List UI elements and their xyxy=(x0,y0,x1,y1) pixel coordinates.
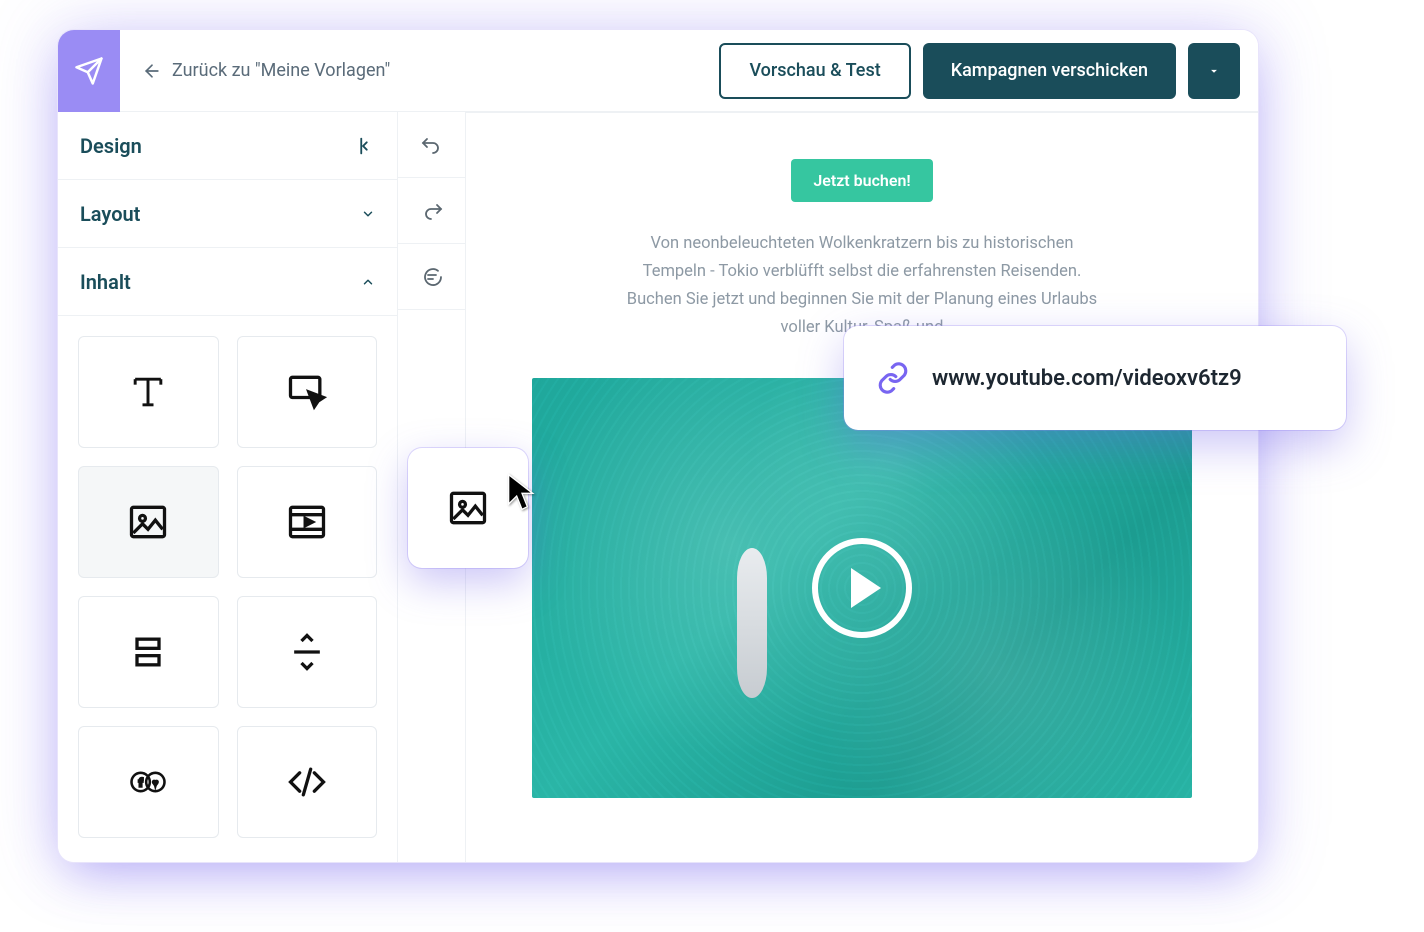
block-html[interactable] xyxy=(237,726,378,838)
send-campaign-button[interactable]: Kampagnen verschicken xyxy=(923,43,1176,99)
social-icon: f♥ xyxy=(126,760,170,804)
top-bar: Zurück zu "Meine Vorlagen" Vorschau & Te… xyxy=(58,30,1258,112)
block-video[interactable] xyxy=(237,466,378,578)
send-campaign-dropdown[interactable] xyxy=(1188,43,1240,99)
content-block-grid: f♥ xyxy=(58,316,397,858)
blurb-line: Von neonbeleuchteten Wolkenkratzern bis … xyxy=(627,230,1097,258)
cursor-icon xyxy=(506,472,538,512)
block-image[interactable] xyxy=(78,466,219,578)
cursor-click-icon xyxy=(285,370,329,414)
blurb-line: Tempeln - Tokio verblüfft selbst die erf… xyxy=(627,258,1097,286)
blurb-line: Buchen Sie jetzt und beginnen Sie mit de… xyxy=(627,286,1097,314)
preview-test-button[interactable]: Vorschau & Test xyxy=(719,43,910,99)
block-text[interactable] xyxy=(78,336,219,448)
svg-text:f: f xyxy=(139,777,143,790)
chevron-up-icon xyxy=(361,275,375,289)
sidebar-section-layout[interactable]: Layout xyxy=(58,180,397,248)
collapse-left-icon xyxy=(353,135,375,157)
link-icon xyxy=(876,361,910,395)
video-block[interactable] xyxy=(532,378,1192,798)
app-window: Zurück zu "Meine Vorlagen" Vorschau & Te… xyxy=(58,30,1258,862)
cta-button[interactable]: Jetzt buchen! xyxy=(791,159,932,202)
sidebar: Design Layout Inhalt xyxy=(58,112,398,862)
comment-icon xyxy=(420,265,444,289)
comments-button[interactable] xyxy=(398,244,465,310)
sidebar-section-content[interactable]: Inhalt xyxy=(58,248,397,316)
editor-body: Design Layout Inhalt xyxy=(58,112,1258,862)
redo-button[interactable] xyxy=(398,178,465,244)
top-actions: Vorschau & Test Kampagnen verschicken xyxy=(719,43,1258,99)
email-canvas[interactable]: Jetzt buchen! Von neonbeleuchteten Wolke… xyxy=(466,112,1258,862)
kayak-graphic xyxy=(732,548,772,698)
app-logo[interactable] xyxy=(58,30,120,112)
image-icon xyxy=(126,500,170,544)
paper-plane-icon xyxy=(74,56,104,86)
chevron-down-icon xyxy=(361,207,375,221)
caret-down-icon xyxy=(1207,64,1221,78)
block-social[interactable]: f♥ xyxy=(78,726,219,838)
play-button[interactable] xyxy=(812,538,912,638)
text-icon xyxy=(126,370,170,414)
undo-icon xyxy=(420,133,444,157)
section-label: Inhalt xyxy=(80,270,131,294)
video-url-popover[interactable]: www.youtube.com/videoxv6tz9 xyxy=(844,326,1346,430)
block-divider[interactable] xyxy=(237,596,378,708)
image-icon xyxy=(446,486,490,530)
block-button[interactable] xyxy=(237,336,378,448)
video-url-text: www.youtube.com/videoxv6tz9 xyxy=(932,366,1242,391)
section-label: Layout xyxy=(80,202,140,226)
svg-text:♥: ♥ xyxy=(153,779,158,789)
mouse-cursor xyxy=(506,472,538,516)
sidebar-section-design[interactable]: Design xyxy=(58,112,397,180)
arrow-left-icon xyxy=(142,61,162,81)
columns-icon xyxy=(126,630,170,674)
code-icon xyxy=(285,760,329,804)
back-label: Zurück zu "Meine Vorlagen" xyxy=(172,60,390,81)
divider-icon xyxy=(285,630,329,674)
back-link[interactable]: Zurück zu "Meine Vorlagen" xyxy=(120,60,390,81)
video-icon xyxy=(285,500,329,544)
section-label: Design xyxy=(80,134,142,158)
undo-button[interactable] xyxy=(398,112,465,178)
redo-icon xyxy=(420,199,444,223)
block-columns[interactable] xyxy=(78,596,219,708)
